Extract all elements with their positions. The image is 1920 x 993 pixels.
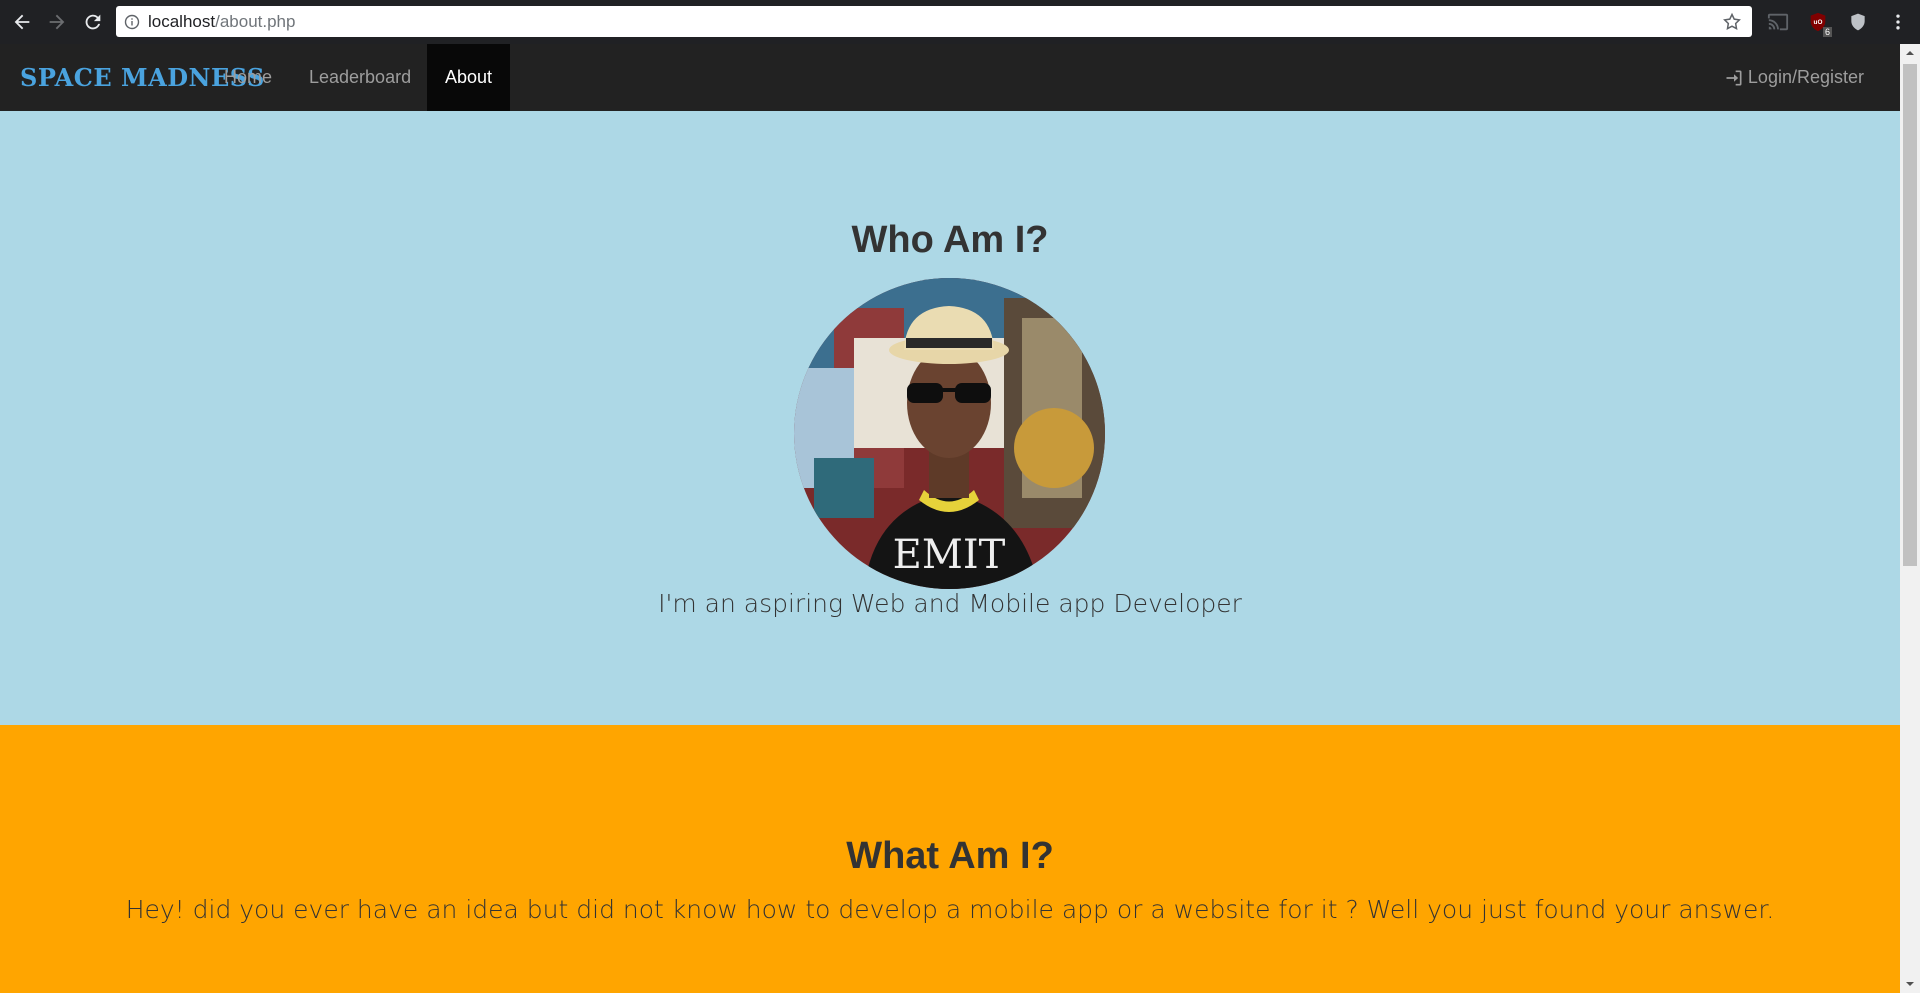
profile-photo: EMIT (794, 278, 1105, 589)
browser-toolbar: localhost/about.php uO 6 (0, 0, 1920, 44)
what-text: Hey! did you ever have an idea but did n… (125, 895, 1775, 924)
what-title: What Am I? (846, 835, 1054, 877)
nav-leaderboard[interactable]: Leaderboard (291, 44, 429, 111)
site-navbar: SPACE MADNESS Home Leaderboard About Log… (0, 44, 1900, 112)
scroll-up-icon[interactable] (1900, 44, 1920, 61)
menu-dots-icon[interactable] (1887, 11, 1909, 33)
ublock-icon[interactable]: uO 6 (1807, 11, 1832, 37)
who-title: Who Am I? (851, 219, 1049, 261)
shield-icon[interactable] (1847, 11, 1869, 33)
who-text: I'm an aspiring Web and Mobile app Devel… (658, 589, 1242, 618)
who-am-i-section: Who Am I? EMIT I'm an aspiring Web and M… (0, 111, 1900, 725)
url-path: /about.php (215, 11, 296, 31)
nav-about[interactable]: About (427, 44, 511, 111)
page-scrollbar[interactable] (1900, 44, 1920, 993)
bookmark-star-icon[interactable] (1722, 12, 1742, 32)
login-register-label: Login/Register (1747, 67, 1864, 87)
nav-home[interactable]: Home (206, 44, 290, 111)
back-icon[interactable] (8, 8, 36, 36)
what-am-i-section: What Am I? Hey! did you ever have an ide… (0, 725, 1900, 993)
info-icon[interactable] (124, 14, 140, 30)
scroll-thumb[interactable] (1903, 64, 1917, 566)
url-host: localhost (148, 11, 216, 31)
address-bar[interactable]: localhost/about.php (116, 6, 1752, 37)
cast-icon[interactable] (1767, 11, 1789, 33)
url-text[interactable]: localhost/about.php (148, 12, 295, 32)
extension-badge: 6 (1822, 27, 1832, 37)
reload-icon[interactable] (79, 8, 107, 36)
forward-icon[interactable] (43, 8, 71, 36)
svg-text:uO: uO (1814, 19, 1823, 26)
svg-text:EMIT: EMIT (893, 532, 1006, 578)
sign-in-icon (1726, 70, 1742, 85)
scroll-down-icon[interactable] (1900, 976, 1920, 993)
login-register-link[interactable]: Login/Register (1724, 44, 1864, 111)
